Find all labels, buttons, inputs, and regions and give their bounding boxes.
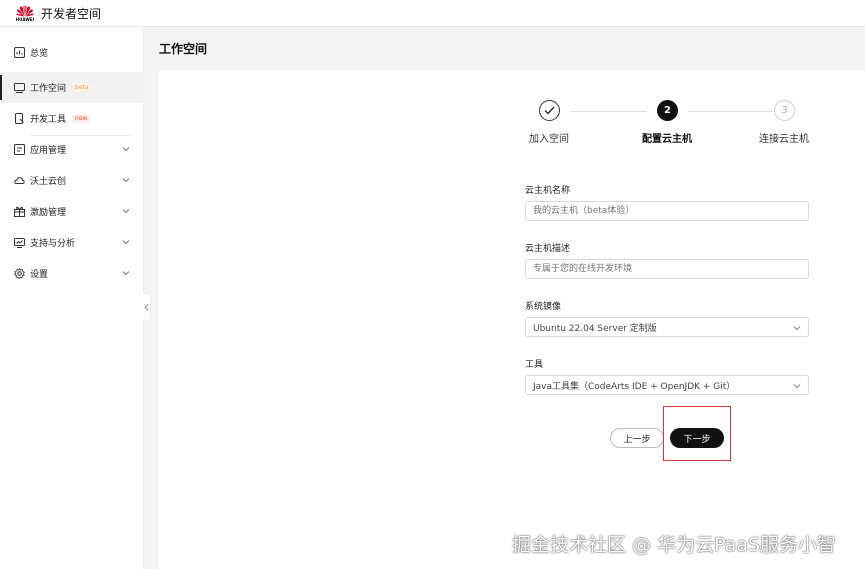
chevron-down-icon	[793, 384, 801, 389]
gear-icon	[14, 268, 25, 279]
page-title: 工作空间	[159, 41, 208, 56]
step-connector	[688, 111, 772, 112]
step-3-circle: 3	[774, 100, 795, 121]
sidebar-item-label: 沃土云创	[30, 177, 67, 187]
prev-step-button[interactable]: 上一步	[610, 428, 664, 448]
chevron-down-icon	[122, 240, 130, 245]
page-header: 工作空间	[145, 27, 865, 69]
step-1-circle	[539, 100, 560, 121]
check-icon	[544, 106, 555, 115]
gift-icon	[14, 206, 25, 217]
host-desc-label: 云主机描述	[525, 244, 571, 254]
cloud-icon	[14, 175, 25, 186]
sidebar-item-dev-tools[interactable]: 开发工具 new	[0, 103, 144, 134]
sidebar-item-label: 激励管理	[30, 208, 67, 218]
huawei-logo-icon	[16, 5, 34, 16]
sidebar-item-label: 应用管理	[30, 146, 67, 156]
chevron-left-icon	[144, 303, 149, 311]
dev-tools-icon	[14, 113, 25, 124]
beta-badge: beta	[72, 83, 92, 92]
chevron-down-icon	[122, 147, 130, 152]
sidebar: 总览 工作空间 beta 开发工具 new 应用管理 沃土云创 激励管理 支持与…	[0, 27, 144, 569]
sidebar-item-label: 开发工具	[30, 115, 67, 125]
huawei-logo[interactable]: HUAWEI	[14, 5, 36, 22]
sidebar-item-settings[interactable]: 设置	[0, 258, 144, 289]
chevron-down-icon	[122, 209, 130, 214]
sidebar-item-app-manage[interactable]: 应用管理	[0, 134, 144, 165]
system-image-label: 系统镜像	[525, 302, 562, 312]
step-2-label: 配置云主机	[642, 134, 692, 145]
top-bar: HUAWEI 开发者空间	[0, 0, 865, 27]
system-image-value: Ubuntu 22.04 Server 定制版	[533, 323, 657, 334]
sidebar-collapse-handle[interactable]	[143, 293, 151, 321]
chevron-down-icon	[793, 326, 801, 331]
system-image-select[interactable]: Ubuntu 22.04 Server 定制版	[525, 317, 809, 337]
sidebar-item-support[interactable]: 支持与分析	[0, 227, 144, 258]
host-name-label: 云主机名称	[525, 186, 571, 196]
step-connector	[571, 111, 647, 112]
app-manage-icon	[14, 144, 25, 155]
support-icon	[14, 237, 25, 248]
step-1-label: 加入空间	[529, 134, 569, 145]
watermark: 掘金技术社区 @ 华为云PaaS服务小智	[512, 534, 837, 556]
sidebar-item-incentive[interactable]: 激励管理	[0, 196, 144, 227]
sidebar-item-label: 支持与分析	[30, 239, 76, 249]
chevron-down-icon	[122, 178, 130, 183]
new-badge: new	[72, 114, 91, 123]
tools-select[interactable]: Java工具集（CodeArts IDE + OpenJDK + Git）	[525, 375, 809, 395]
step-3-label: 连接云主机	[759, 134, 809, 145]
host-name-input[interactable]	[525, 201, 809, 221]
host-desc-input[interactable]	[525, 259, 809, 279]
chevron-down-icon	[122, 271, 130, 276]
workspace-icon	[14, 82, 25, 93]
tools-value: Java工具集（CodeArts IDE + OpenJDK + Git）	[533, 381, 736, 392]
app-title: 开发者空间	[41, 6, 102, 21]
sidebar-item-cloud[interactable]: 沃土云创	[0, 165, 144, 196]
sidebar-item-overview[interactable]: 总览	[0, 37, 144, 68]
sidebar-item-label: 工作空间	[30, 84, 67, 94]
annotation-highlight-box	[663, 406, 731, 461]
sidebar-item-label: 总览	[30, 49, 49, 59]
tools-label: 工具	[525, 360, 544, 370]
step-2-circle: 2	[657, 100, 678, 121]
sidebar-item-label: 设置	[30, 270, 49, 280]
dashboard-icon	[14, 47, 25, 58]
sidebar-item-workspace[interactable]: 工作空间 beta	[0, 72, 144, 103]
logo-wordmark: HUAWEI	[15, 16, 35, 22]
